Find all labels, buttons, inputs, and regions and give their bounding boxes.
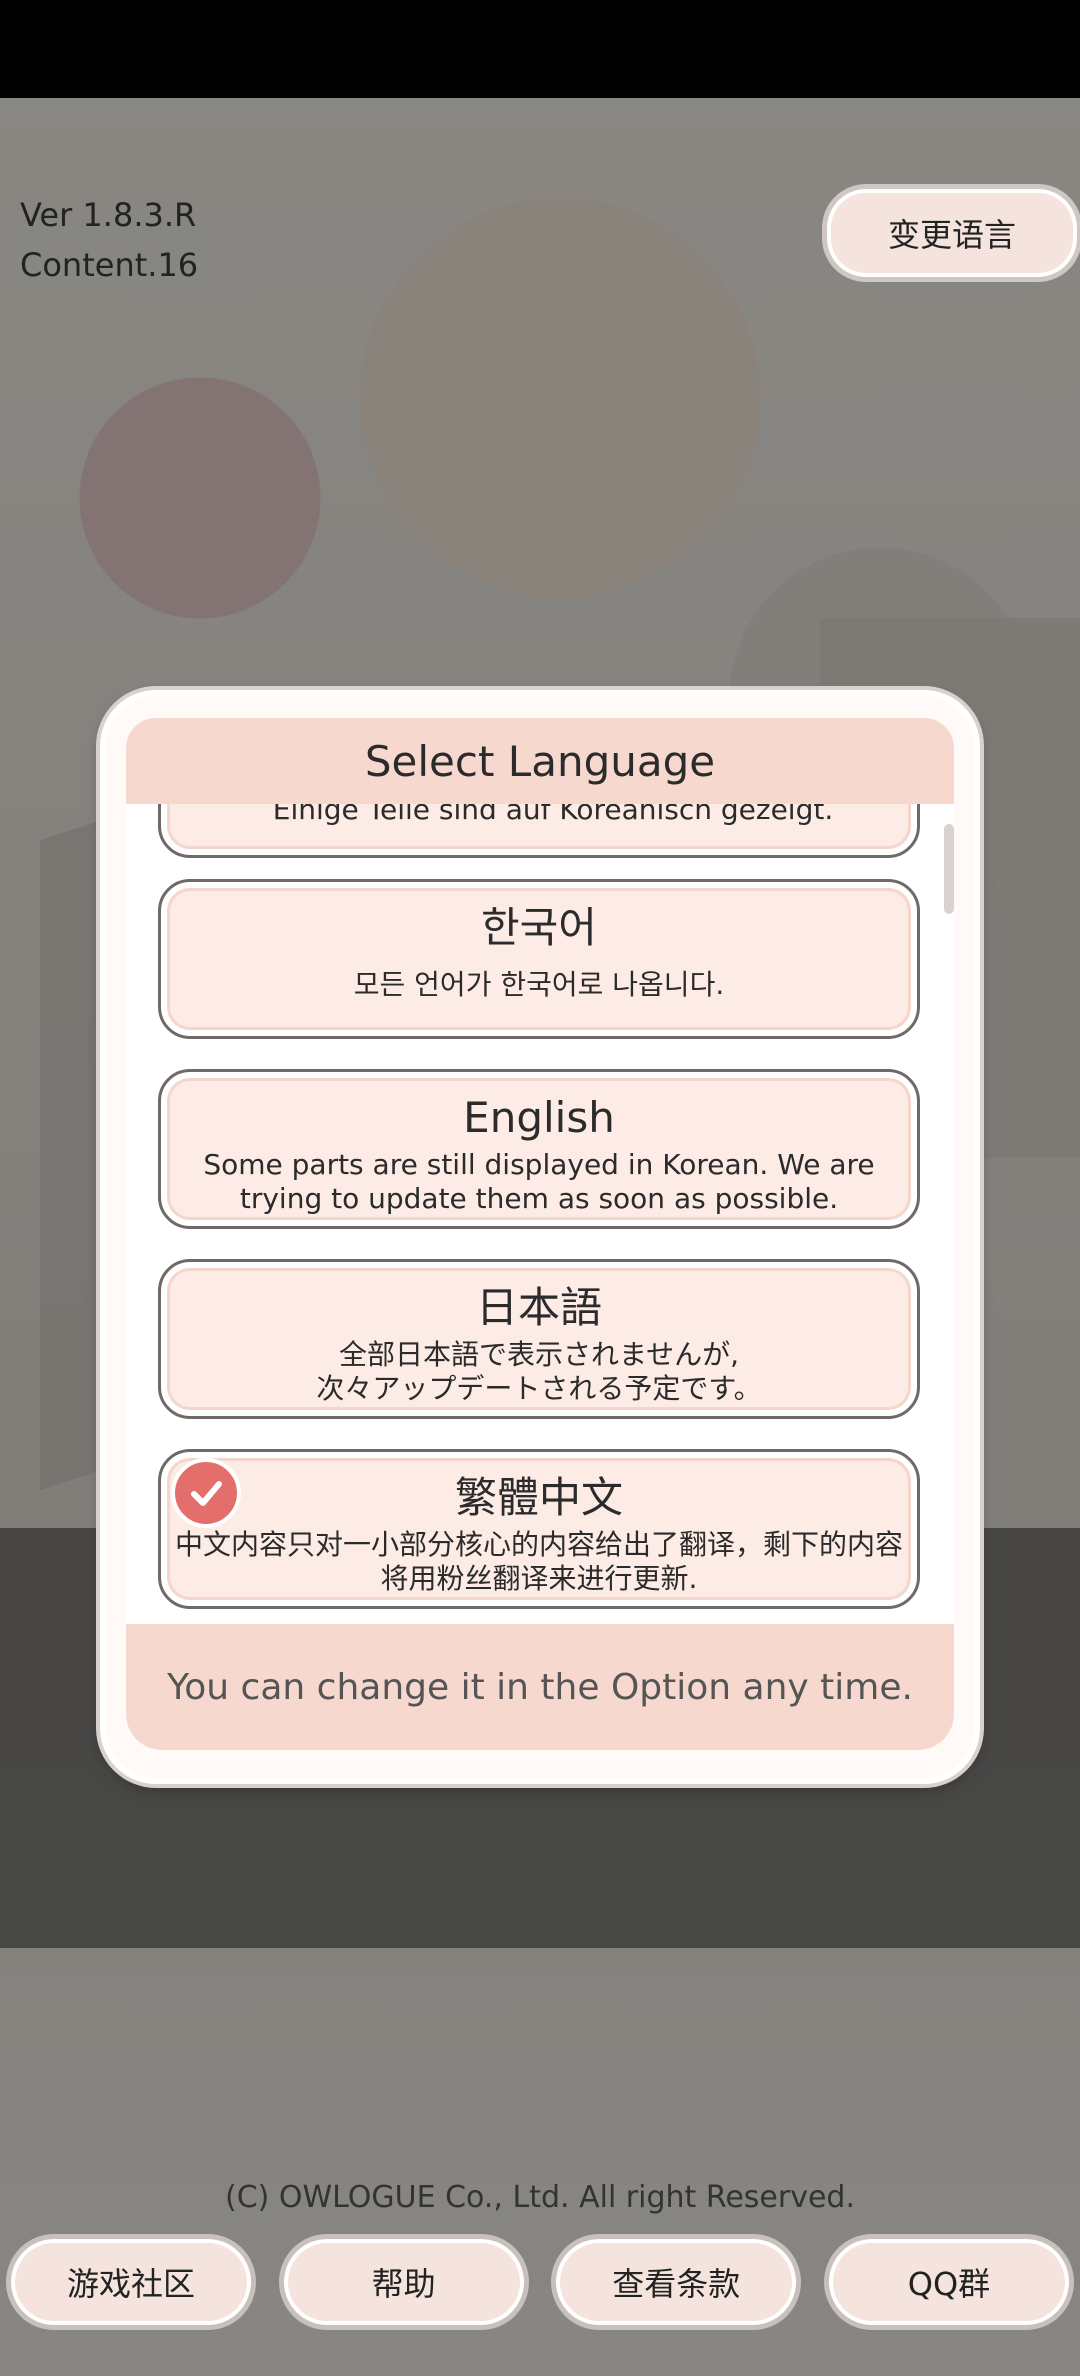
select-language-dialog: Select Language Einige Teile sind auf Ko…: [100, 690, 980, 1784]
language-option-title: 日本語: [475, 1283, 602, 1332]
qq-group-button[interactable]: QQ群: [823, 2234, 1074, 2330]
language-option-subtitle: Einige Teile sind auf Koreanisch gezeigt…: [272, 804, 834, 826]
language-option-korean[interactable]: 한국어 모든 언어가 한국어로 나옵니다.: [158, 879, 920, 1039]
language-option-title: 繁體中文: [454, 1473, 623, 1522]
language-option-subtitle: 全部日本語で表示されませんが, 次々アップデートされる予定です。: [316, 1338, 762, 1405]
help-button[interactable]: 帮助: [278, 2234, 529, 2330]
language-option-english[interactable]: English Some parts are still displayed i…: [158, 1069, 920, 1229]
view-terms-button[interactable]: 查看条款: [551, 2234, 802, 2330]
version-info: Ver 1.8.3.R Content.16: [20, 190, 198, 290]
content-version-label: Content.16: [20, 246, 199, 284]
list-scrollbar[interactable]: [944, 824, 954, 914]
status-bar: [0, 0, 1080, 98]
language-list[interactable]: Einige Teile sind auf Koreanisch gezeigt…: [126, 804, 954, 1624]
language-option-title: 한국어: [481, 903, 597, 952]
game-community-button[interactable]: 游戏社区: [6, 2234, 256, 2330]
language-option-subtitle: 모든 언어가 한국어로 나옵니다.: [353, 968, 725, 1001]
dialog-footer-note: You can change it in the Option any time…: [126, 1624, 954, 1750]
language-option-japanese[interactable]: 日本語 全部日本語で表示されませんが, 次々アップデートされる予定です。: [158, 1259, 920, 1419]
bottom-button-bar: 游戏社区 帮助 查看条款 QQ群: [0, 2234, 1080, 2334]
language-option-subtitle: 中文内容只对一小部分核心的内容给出了翻译，剩下的内容将用粉丝翻译来进行更新.: [175, 1528, 904, 1595]
dialog-title: Select Language: [126, 718, 954, 804]
language-option-deutsch[interactable]: Einige Teile sind auf Koreanisch gezeigt…: [158, 804, 920, 858]
language-option-title: English: [463, 1093, 615, 1142]
selected-check-icon: [171, 1458, 241, 1528]
language-option-traditional-chinese[interactable]: 繁體中文 中文内容只对一小部分核心的内容给出了翻译，剩下的内容将用粉丝翻译来进行…: [158, 1449, 920, 1609]
language-option-subtitle: Some parts are still displayed in Korean…: [203, 1148, 875, 1215]
copyright-text: (C) OWLOGUE Co., Ltd. All right Reserved…: [224, 2180, 855, 2215]
change-language-button[interactable]: 变更语言: [822, 184, 1080, 282]
version-label: Ver 1.8.3.R: [20, 196, 197, 234]
